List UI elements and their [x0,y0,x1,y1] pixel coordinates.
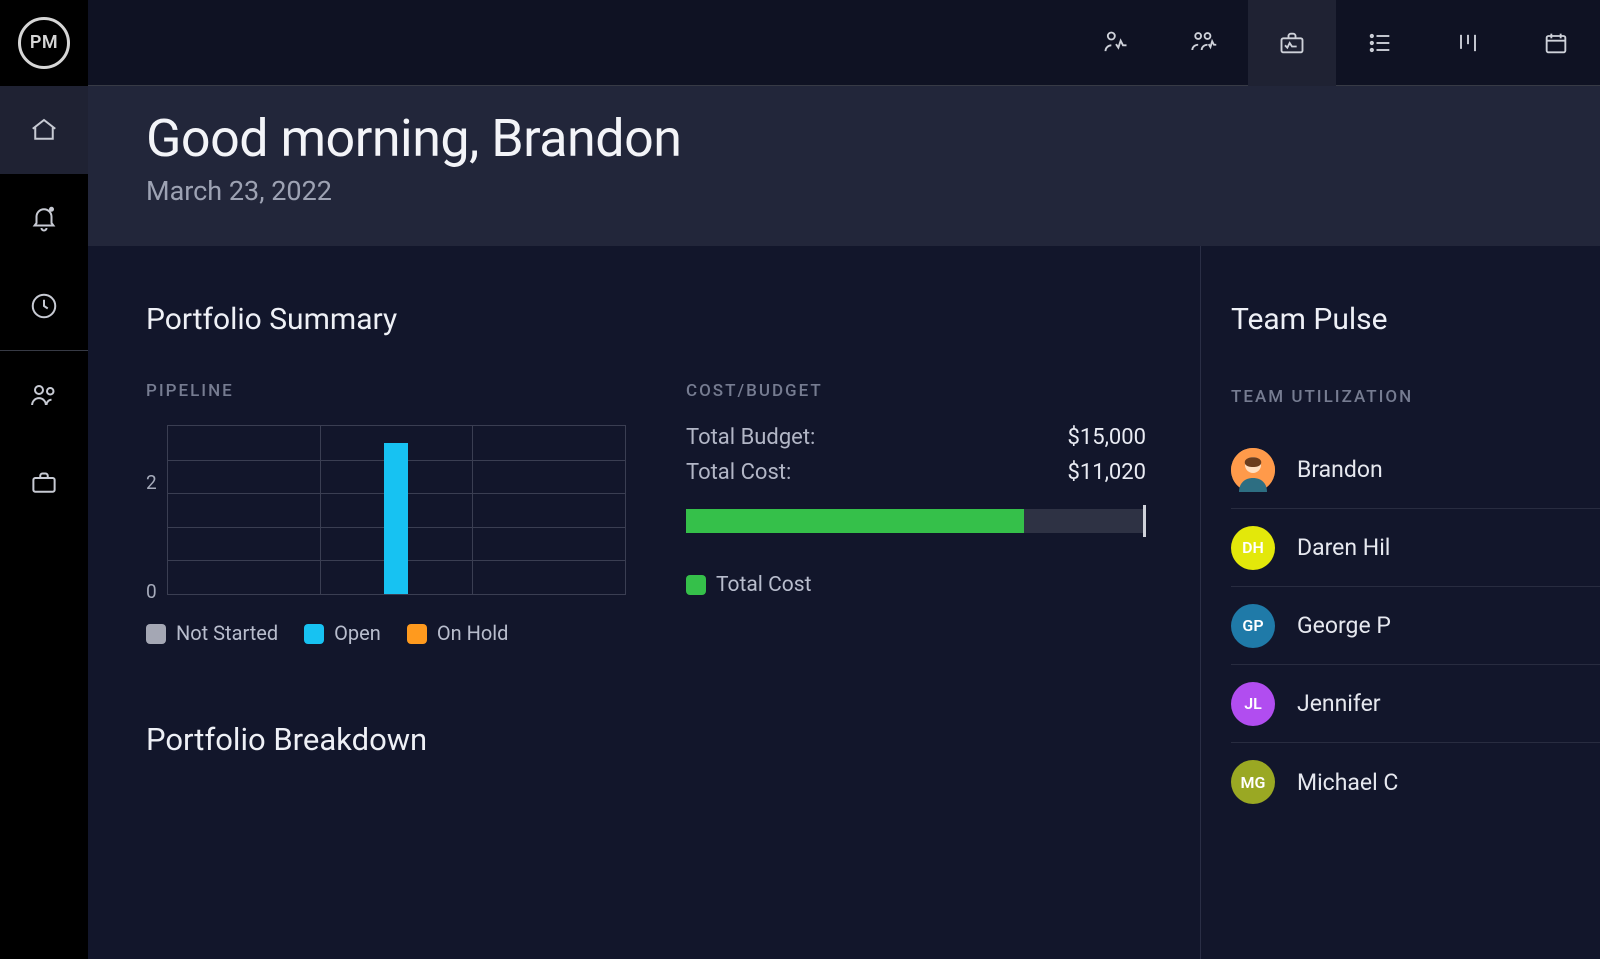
top-bar: PM [0,0,1600,86]
header-date: March 23, 2022 [146,175,1600,207]
team-pulse-icon[interactable] [1160,0,1248,86]
pipeline-bar-open [384,443,408,594]
swatch-green-icon [686,575,706,595]
cost-progress-bar [686,509,1146,533]
cost-legend-label: Total Cost [716,573,811,597]
sidebar-portfolio[interactable] [0,439,88,527]
team-member-name: Michael C [1297,769,1398,796]
swatch-grey-icon [146,624,166,644]
portfolio-summary-title: Portfolio Summary [146,302,1200,337]
portfolio-breakdown-title: Portfolio Breakdown [146,721,1200,758]
sidebar [0,86,88,959]
list-icon[interactable] [1336,0,1424,86]
pipeline-y-axis: 2 0 [146,425,157,595]
avatar-jennifer: JL [1231,682,1275,726]
pipeline-label: PIPELINE [146,381,626,401]
header-band: Good morning, Brandon March 23, 2022 [88,86,1600,246]
total-budget-row: Total Budget: $15,000 [686,425,1146,450]
sidebar-notifications[interactable] [0,174,88,262]
portfolio-row: PIPELINE 2 0 [146,381,1200,645]
app-logo[interactable]: PM [18,17,70,69]
avatar-daren: DH [1231,526,1275,570]
legend-open: Open [304,621,381,645]
pipeline-grid [167,425,626,595]
briefcase-pulse-icon[interactable] [1248,0,1336,86]
team-member-name: Jennifer [1297,690,1381,717]
y-tick-0: 0 [146,580,157,603]
team-member-jennifer[interactable]: JL Jennifer [1231,665,1600,743]
team-member-name: Brandon [1297,456,1383,483]
team-member-george[interactable]: GP George P [1231,587,1600,665]
logo-cell: PM [0,0,88,86]
avatar-michael: MG [1231,760,1275,804]
legend-not-started: Not Started [146,621,278,645]
y-tick-2: 2 [146,471,157,494]
legend-on-hold: On Hold [407,621,509,645]
cost-progress-fill [686,509,1024,533]
total-budget-label: Total Budget: [686,425,815,450]
main-left: Portfolio Summary PIPELINE 2 0 [88,246,1200,959]
sidebar-home[interactable] [0,86,88,174]
board-icon[interactable] [1424,0,1512,86]
top-nav [1072,0,1600,86]
team-pulse-title: Team Pulse [1231,302,1600,337]
team-pulse-panel: Team Pulse TEAM UTILIZATION Brandon DH D… [1200,246,1600,959]
team-member-michael[interactable]: MG Michael C [1231,743,1600,821]
team-member-name: Daren Hil [1297,534,1390,561]
pipeline-chart: 2 0 [146,425,626,595]
cost-budget-section: COST/BUDGET Total Budget: $15,000 Total … [686,381,1146,645]
swatch-orange-icon [407,624,427,644]
total-cost-label: Total Cost: [686,460,791,485]
pipeline-legend: Not Started Open On Hold [146,621,626,645]
team-utilization-label: TEAM UTILIZATION [1231,387,1600,407]
pipeline-section: PIPELINE 2 0 [146,381,626,645]
greeting: Good morning, Brandon [146,108,1600,169]
main-content: Portfolio Summary PIPELINE 2 0 [88,246,1600,959]
total-cost-row: Total Cost: $11,020 [686,460,1146,485]
avatar-george: GP [1231,604,1275,648]
team-member-name: George P [1297,612,1391,639]
cost-progress-end-tick [1143,505,1146,537]
swatch-cyan-icon [304,624,324,644]
avatar-brandon [1231,448,1275,492]
team-member-daren[interactable]: DH Daren Hil [1231,509,1600,587]
cost-legend: Total Cost [686,573,1146,597]
total-budget-value: $15,000 [1067,425,1146,450]
team-member-brandon[interactable]: Brandon [1231,431,1600,509]
user-pulse-icon[interactable] [1072,0,1160,86]
total-cost-value: $11,020 [1067,460,1146,485]
calendar-icon[interactable] [1512,0,1600,86]
sidebar-people[interactable] [0,351,88,439]
cost-budget-label: COST/BUDGET [686,381,1146,401]
sidebar-history[interactable] [0,262,88,350]
